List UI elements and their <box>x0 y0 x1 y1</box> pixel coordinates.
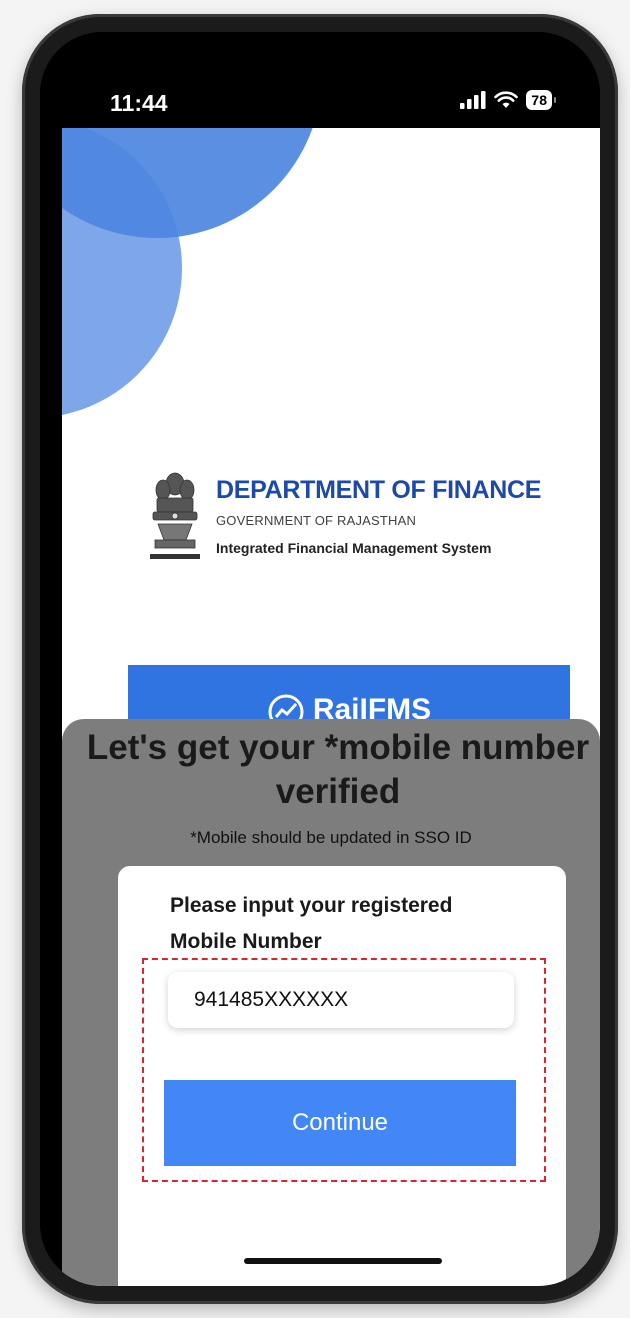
wifi-icon <box>494 91 519 108</box>
verification-title: Let's get your *mobile number verified <box>86 728 590 811</box>
government-subtitle: GOVERNMENT OF RAJASTHAN <box>216 513 417 528</box>
department-title: DEPARTMENT OF FINANCE <box>216 476 542 504</box>
state-emblem-icon <box>150 472 200 559</box>
decorative-circle-upper <box>62 128 322 238</box>
status-bar: 11:44 78 <box>40 32 600 128</box>
system-name: Integrated Financial Management System <box>216 540 492 556</box>
mobile-input-card: Please input your registered Mobile Numb… <box>118 866 566 1286</box>
status-time: 11:44 <box>110 90 168 116</box>
verification-subtitle: *Mobile should be updated in SSO ID <box>190 828 472 847</box>
cellular-signal-icon <box>460 91 486 109</box>
mobile-input-label: Please input your registered Mobile Numb… <box>170 894 453 953</box>
home-indicator[interactable] <box>244 1258 442 1264</box>
app-screen: DEPARTMENT OF FINANCE GOVERNMENT OF RAJA… <box>62 128 600 1286</box>
status-icons: 78 <box>460 90 556 110</box>
branding-text: DEPARTMENT OF FINANCE GOVERNMENT OF RAJA… <box>216 476 541 556</box>
phone-screen: 11:44 78 DEPARTMENT OF FINANCE GOVERNMEN… <box>40 32 600 1286</box>
battery-indicator: 78 <box>526 90 556 110</box>
department-branding: DEPARTMENT OF FINANCE GOVERNMENT OF RAJA… <box>146 468 586 578</box>
phone-frame: 11:44 78 DEPARTMENT OF FINANCE GOVERNMEN… <box>22 14 618 1304</box>
continue-button[interactable]: Continue <box>164 1080 516 1166</box>
mobile-number-input[interactable] <box>168 972 514 1028</box>
